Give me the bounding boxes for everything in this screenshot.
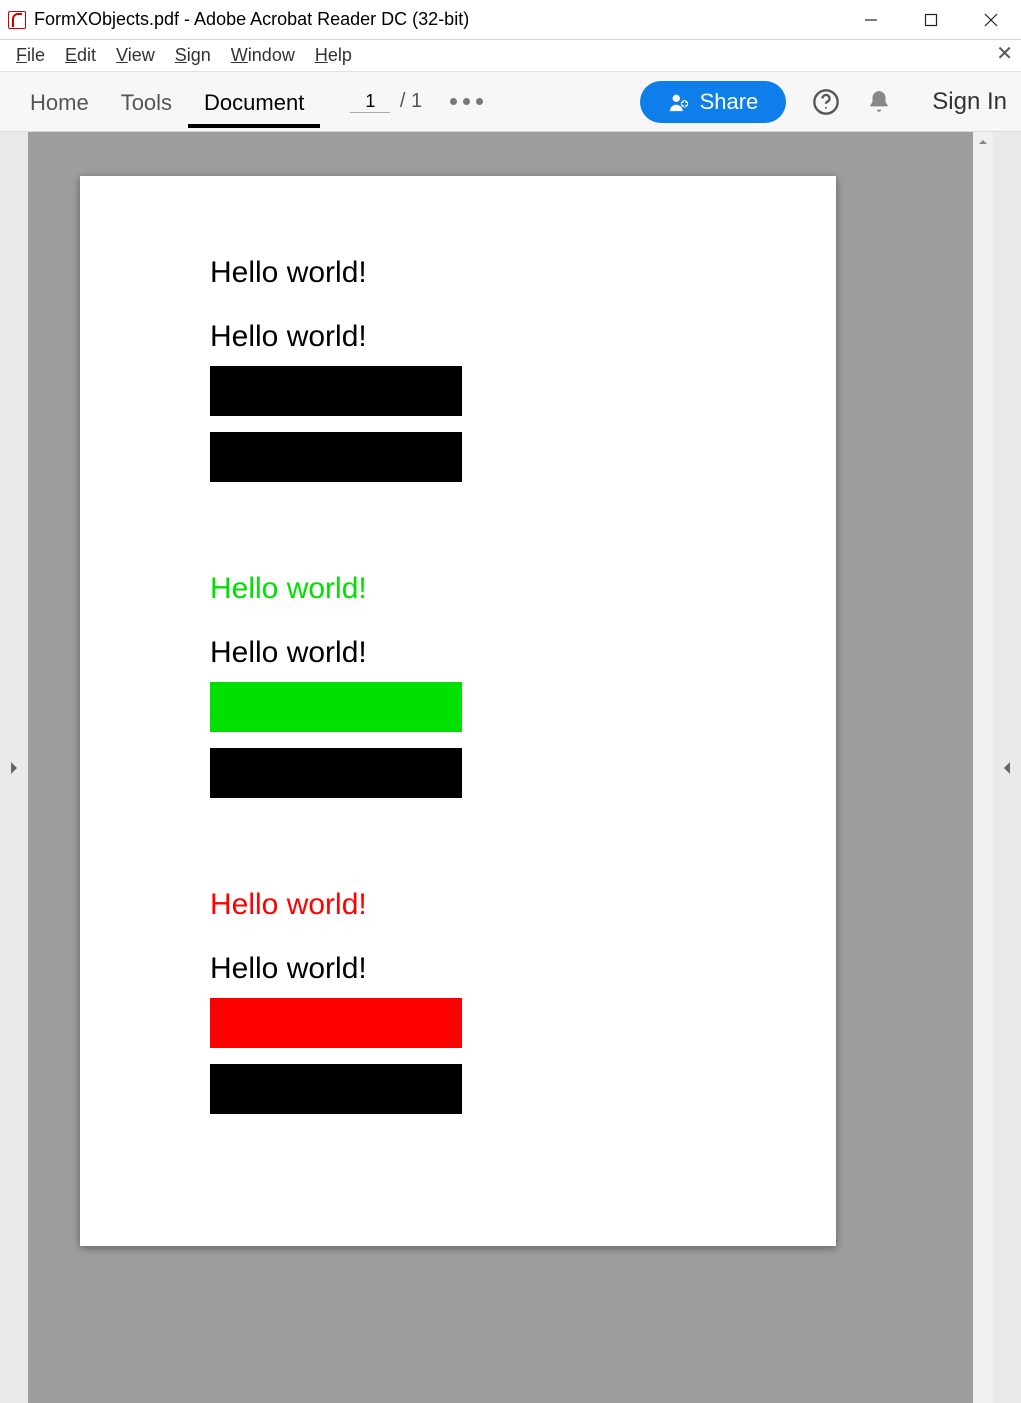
work-area: Hello world! Hello world! Hello world! H…: [0, 132, 1021, 1403]
sign-in-button[interactable]: Sign In: [932, 88, 1007, 116]
menu-view[interactable]: View: [106, 43, 165, 68]
share-icon: [668, 91, 690, 113]
window-title: FormXObjects.pdf - Adobe Acrobat Reader …: [34, 9, 469, 30]
menu-bar: File Edit View Sign Window Help ✕: [0, 40, 1021, 72]
left-panel-toggle[interactable]: [0, 132, 28, 1403]
menu-edit[interactable]: Edit: [55, 43, 106, 68]
share-label: Share: [700, 89, 759, 115]
filled-rect: [210, 682, 462, 732]
text-line: Hello world!: [210, 572, 462, 606]
menu-sign[interactable]: Sign: [165, 43, 221, 68]
toolbar: Home Tools Document / 1 Share Sign In: [0, 72, 1021, 132]
filled-rect: [210, 748, 462, 798]
document-viewport[interactable]: Hello world! Hello world! Hello world! H…: [28, 132, 973, 1403]
text-line: Hello world!: [210, 320, 462, 354]
filled-rect: [210, 432, 462, 482]
page-separator: /: [394, 90, 411, 113]
scroll-up-icon[interactable]: [973, 132, 993, 152]
text-line: Hello world!: [210, 636, 462, 670]
document-close-icon[interactable]: ✕: [996, 44, 1013, 64]
right-panel-toggle[interactable]: [993, 132, 1021, 1403]
tab-document[interactable]: Document: [188, 76, 320, 128]
help-button[interactable]: [812, 88, 840, 116]
maximize-button[interactable]: [901, 0, 961, 40]
menu-file[interactable]: File: [6, 43, 55, 68]
pdf-page: Hello world! Hello world! Hello world! H…: [80, 176, 836, 1246]
page-total: 1: [411, 90, 422, 113]
page-navigator: / 1: [350, 90, 422, 113]
close-button[interactable]: [961, 0, 1021, 40]
text-line: Hello world!: [210, 256, 462, 290]
notifications-button[interactable]: [866, 89, 892, 115]
window-titlebar: FormXObjects.pdf - Adobe Acrobat Reader …: [0, 0, 1021, 40]
share-button[interactable]: Share: [640, 81, 787, 123]
vertical-scrollbar[interactable]: [973, 132, 993, 1403]
menu-help[interactable]: Help: [305, 43, 362, 68]
minimize-button[interactable]: [841, 0, 901, 40]
tab-home[interactable]: Home: [14, 76, 105, 128]
page-number-input[interactable]: [350, 91, 390, 113]
menu-window[interactable]: Window: [221, 43, 305, 68]
text-line: Hello world!: [210, 952, 462, 986]
filled-rect: [210, 366, 462, 416]
filled-rect: [210, 998, 462, 1048]
filled-rect: [210, 1064, 462, 1114]
text-line: Hello world!: [210, 888, 462, 922]
tab-tools[interactable]: Tools: [105, 76, 188, 128]
acrobat-icon: [8, 11, 26, 29]
more-tools-button[interactable]: [450, 98, 483, 105]
